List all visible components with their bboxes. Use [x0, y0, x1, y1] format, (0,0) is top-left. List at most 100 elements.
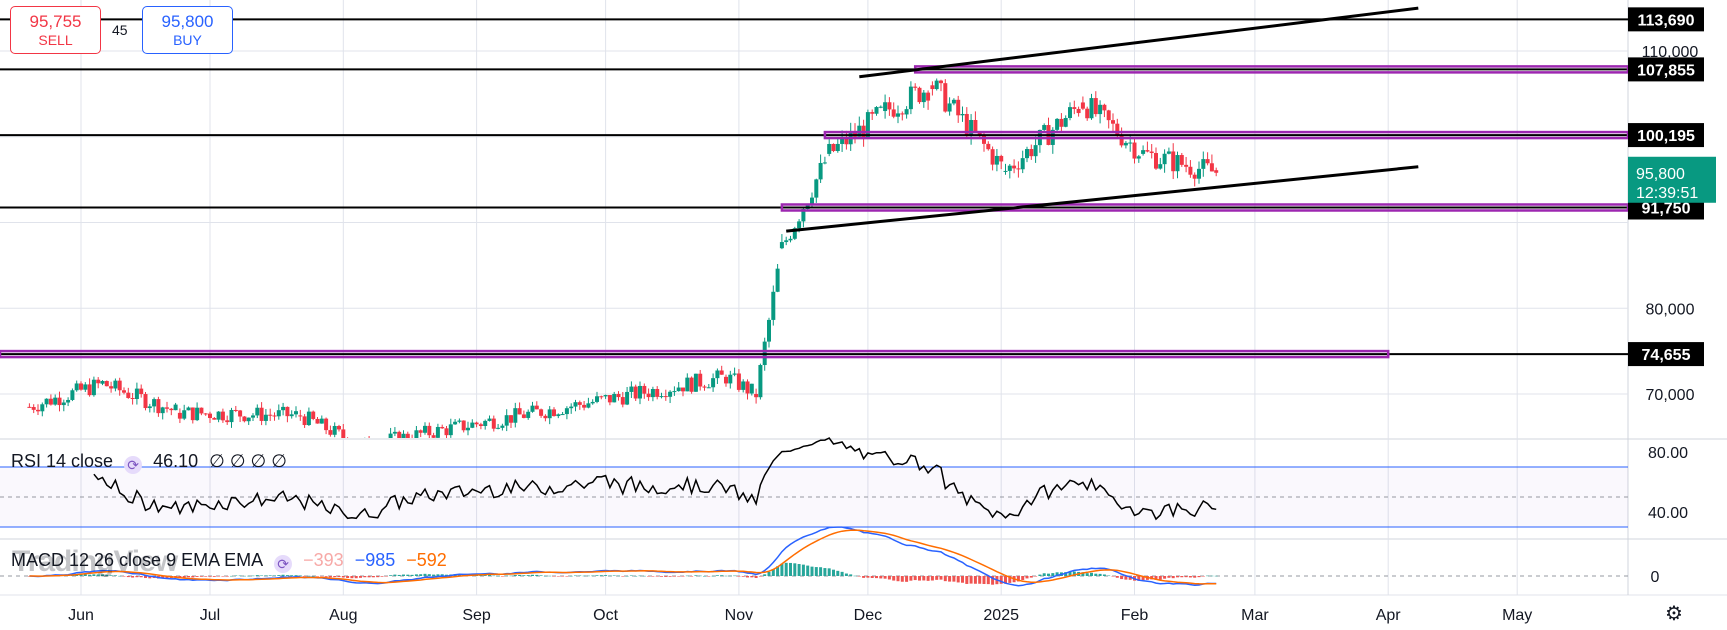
rsi-legend[interactable]: RSI 14 close ⟳ 46.10 ∅ ∅ ∅ ∅	[11, 451, 293, 474]
macd-histogram-bar	[883, 576, 887, 579]
macd-histogram-bar	[1120, 576, 1124, 580]
candle-body	[1076, 108, 1081, 114]
macd-histogram-bar	[956, 576, 960, 583]
macd-histogram-bar	[582, 575, 586, 577]
macd-histogram-bar	[677, 576, 681, 577]
candle-body	[1042, 125, 1047, 130]
macd-histogram-bar	[715, 575, 719, 576]
candle-body	[814, 179, 819, 198]
candle-body	[878, 106, 883, 108]
macd-histogram-bar	[922, 576, 926, 581]
macd-legend[interactable]: MACD 12 26 close 9 EMA EMA ⟳ −393 −985 −…	[11, 550, 453, 573]
macd-histogram-bar	[513, 574, 517, 576]
candle-body	[281, 406, 286, 411]
macd-histogram-bar	[862, 576, 866, 578]
macd-histogram-bar	[191, 576, 195, 578]
price-chart[interactable]: Jun Jul Aug Sep Oct Nov Dec 2025 Feb Mar Apr May110…	[0, 0, 1727, 630]
macd-histogram-bar	[784, 562, 788, 576]
candle-body	[1197, 168, 1201, 179]
macd-histogram-bar	[1102, 574, 1106, 576]
macd-histogram-bar	[875, 576, 878, 579]
buy-button[interactable]: 95,800 BUY	[142, 6, 233, 54]
candle-body	[289, 414, 294, 417]
macd-reload-icon[interactable]: ⟳	[274, 555, 293, 573]
macd-histogram-bar	[909, 576, 913, 581]
candle-body	[79, 383, 83, 390]
macd-histogram-bar	[1210, 575, 1214, 577]
macd-histogram-bar	[599, 575, 603, 576]
macd-histogram-bar	[586, 575, 590, 577]
macd-histogram-bar	[724, 575, 728, 577]
macd-histogram-bar	[612, 575, 616, 576]
candle-body	[573, 402, 578, 407]
macd-histogram-bar	[604, 575, 608, 576]
macd-legend-hist: −393	[303, 550, 344, 570]
macd-histogram-bar	[634, 575, 638, 577]
time-tick-label: Apr	[1376, 607, 1402, 624]
macd-histogram-bar	[767, 571, 771, 576]
candle-body	[590, 401, 595, 404]
candle-body	[775, 268, 780, 292]
macd-histogram-bar	[1090, 572, 1093, 576]
gear-icon[interactable]: ⚙	[1665, 601, 1683, 626]
macd-histogram-bar	[793, 563, 797, 576]
candle-body	[1098, 104, 1103, 115]
candle-body	[564, 408, 569, 415]
macd-histogram-bar	[879, 576, 883, 579]
macd-histogram-bar	[341, 576, 345, 578]
candle-body	[509, 415, 513, 423]
macd-histogram-bar	[685, 575, 689, 577]
candle-body	[934, 80, 939, 90]
candle-body	[337, 425, 341, 430]
macd-histogram-bar	[664, 576, 668, 577]
candle-body	[319, 418, 324, 424]
macd-histogram-bar	[617, 575, 620, 577]
macd-histogram-bar	[414, 574, 418, 576]
rsi-reload-icon[interactable]: ⟳	[124, 456, 143, 474]
macd-histogram-bar	[797, 564, 801, 576]
candle-body	[633, 386, 638, 399]
candle-body	[1106, 110, 1111, 121]
candle-body	[435, 426, 440, 438]
macd-histogram-bar	[187, 576, 190, 578]
candle-body	[956, 99, 961, 116]
candle-body	[595, 396, 599, 402]
macd-legend-macd: −985	[354, 550, 396, 570]
rsi-tick-label: 40.00	[1648, 505, 1688, 522]
macd-histogram-bar	[746, 576, 749, 578]
candle-body	[216, 411, 221, 420]
price-label-text: 107,855	[1637, 62, 1695, 79]
candle-body	[745, 381, 750, 394]
candle-body	[517, 408, 522, 415]
candle-body	[1166, 151, 1171, 154]
candle-body	[461, 420, 466, 431]
candle-body	[263, 414, 268, 421]
candle-body	[681, 387, 685, 392]
candle-body	[40, 404, 45, 412]
macd-histogram-bar	[961, 576, 964, 583]
macd-histogram-bar	[552, 576, 556, 577]
macd-histogram-bar	[870, 576, 874, 578]
macd-histogram-bar	[1047, 573, 1050, 576]
sell-button[interactable]: 95,755 SELL	[10, 6, 101, 54]
macd-histogram-bar	[509, 575, 513, 577]
macd-histogram-bar	[260, 575, 264, 576]
candle-body	[582, 404, 587, 408]
macd-histogram-bar	[836, 570, 840, 576]
macd-histogram-bar	[707, 576, 711, 577]
macd-histogram-bar	[973, 576, 977, 584]
candle-body	[225, 420, 230, 423]
candle-body	[169, 408, 174, 411]
macd-histogram-bar	[1111, 576, 1115, 577]
candle-body	[324, 418, 329, 431]
candle-body	[220, 411, 225, 421]
candle-body	[431, 435, 436, 438]
candle-body	[831, 143, 836, 152]
price-tick-label: 80,000	[1646, 301, 1695, 318]
candle-body	[453, 421, 458, 425]
macd-histogram-bar	[1042, 573, 1046, 576]
candle-body	[27, 406, 32, 408]
candle-body	[1055, 118, 1060, 130]
macd-histogram-bar	[333, 576, 337, 578]
macd-histogram-bar	[608, 575, 612, 577]
